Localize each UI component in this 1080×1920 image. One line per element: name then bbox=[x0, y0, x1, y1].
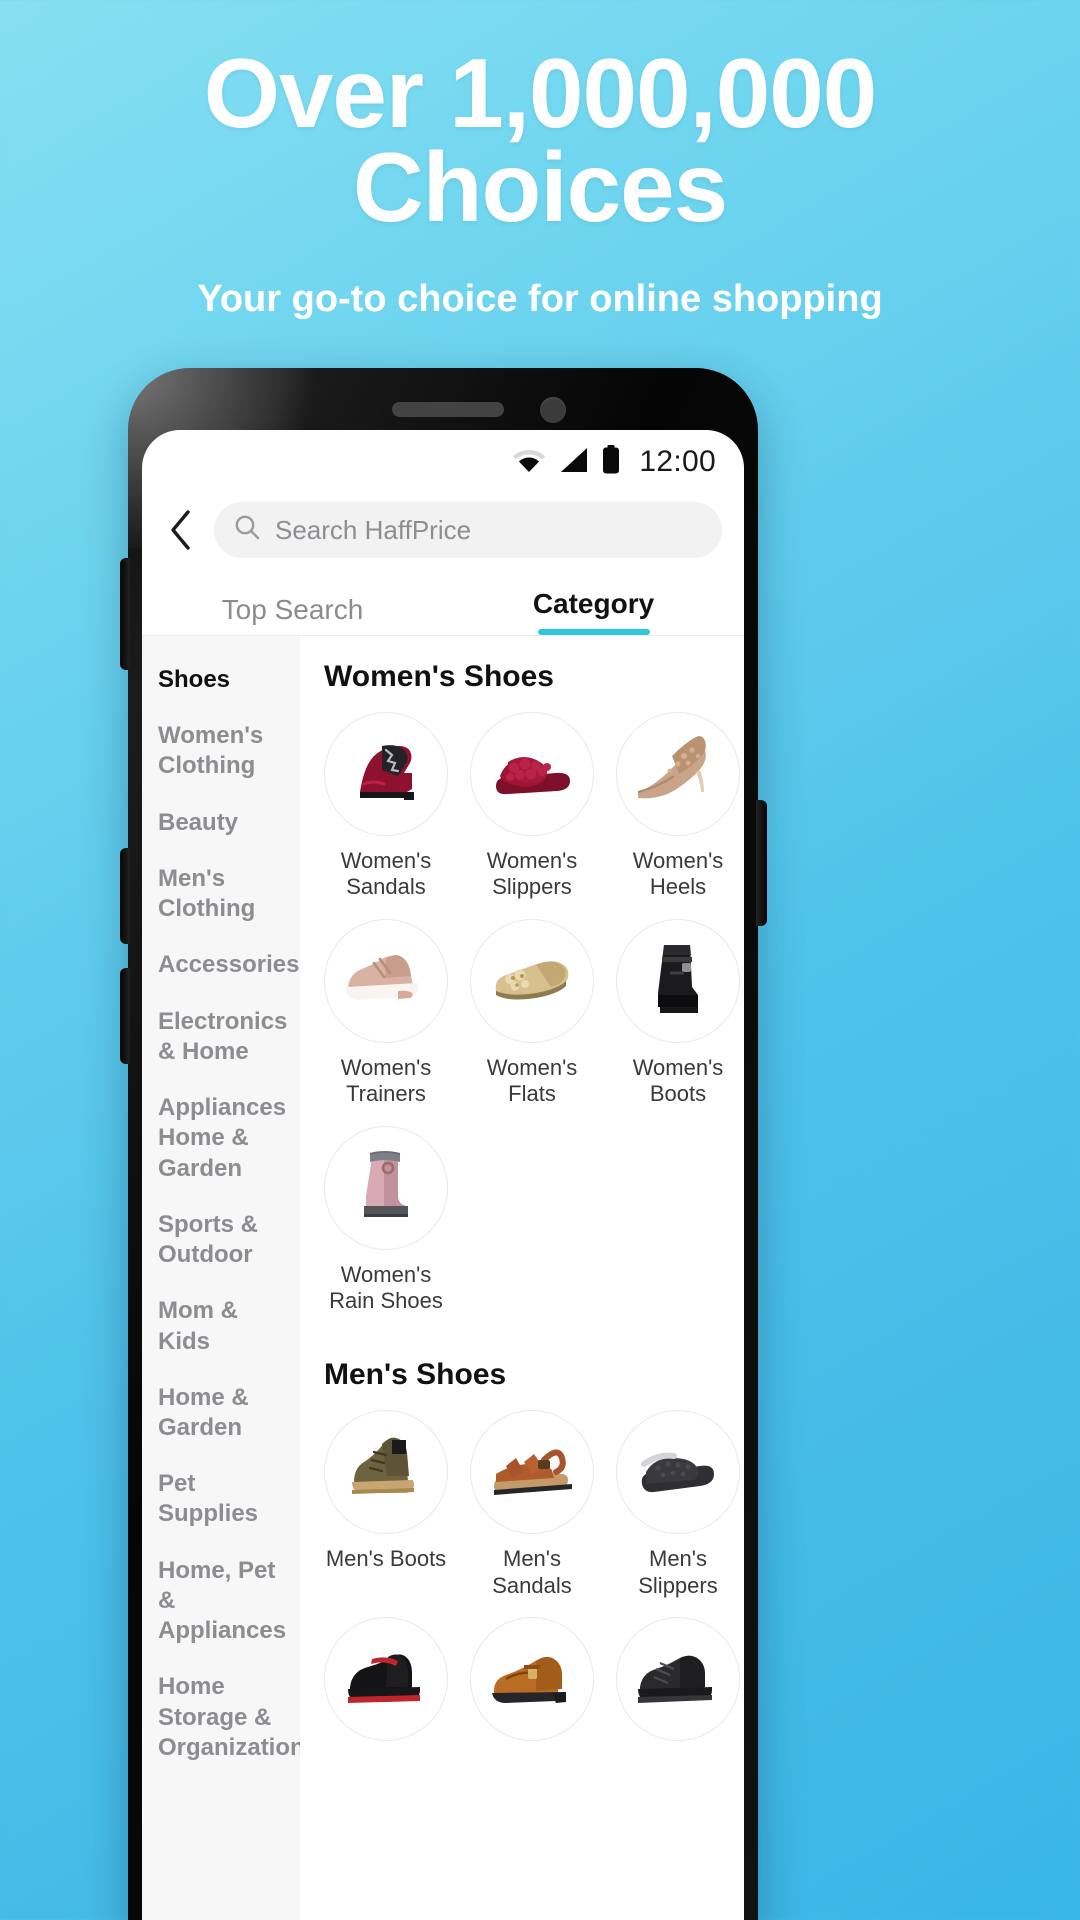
status-clock: 12:00 bbox=[639, 445, 716, 478]
category-tile-label: Men's Slippers bbox=[638, 1546, 718, 1598]
product-grid-mens: Men's Boots Men's Sandals Men's Slippers bbox=[322, 1410, 744, 1771]
womens-fuzzy-slipper-icon bbox=[470, 712, 594, 836]
sidebar-item-label: Men's Clothing bbox=[158, 864, 256, 923]
sidebar-item-home-storage-organization[interactable]: Home Storage & Organization bbox=[142, 1659, 300, 1776]
search-placeholder: Search HaffPrice bbox=[275, 514, 472, 545]
category-tile-label: Women's Boots bbox=[632, 1054, 724, 1107]
category-browser: Shoes Women's Clothing Beauty Men's Clot… bbox=[142, 636, 744, 1920]
hero-subtitle: Your go-to choice for online shopping bbox=[197, 278, 883, 321]
earpiece-speaker-icon bbox=[392, 402, 504, 417]
category-tile-label: Women's Sandals bbox=[340, 848, 432, 900]
category-tile-womens-trainers[interactable]: Women's Trainers bbox=[322, 918, 450, 1108]
sidebar-item-mom-kids[interactable]: Mom & Kids bbox=[142, 1283, 300, 1369]
category-tile-label: Men's Sandals bbox=[492, 1546, 572, 1598]
womens-sandal-heel-icon bbox=[324, 712, 448, 836]
mens-dress-shoe-icon bbox=[470, 1617, 594, 1742]
sidebar-item-mens-clothing[interactable]: Men's Clothing bbox=[142, 851, 300, 937]
tab-category[interactable]: Category bbox=[443, 572, 744, 635]
mens-slipper-icon bbox=[616, 1410, 740, 1535]
category-tile-label: Women's Heels bbox=[632, 848, 724, 900]
hero-banner: Over 1,000,000 Choices Your go-to choice… bbox=[0, 0, 1080, 324]
category-tile-mens-dress-shoes[interactable] bbox=[468, 1617, 596, 1753]
sidebar-item-accessories[interactable]: Accessories bbox=[142, 937, 300, 993]
hero-headline: Over 1,000,000 Choices bbox=[203, 38, 878, 243]
womens-stiletto-heel-icon bbox=[616, 712, 740, 836]
tab-top-search[interactable]: Top Search bbox=[142, 572, 443, 635]
search-input[interactable]: Search HaffPrice bbox=[214, 502, 722, 558]
tab-active-underline bbox=[537, 629, 650, 635]
section-title-mens-shoes: Men's Shoes bbox=[324, 1358, 507, 1392]
sidebar-item-label: Home & Garden bbox=[158, 1383, 249, 1441]
section-title-womens-shoes: Women's Shoes bbox=[324, 660, 554, 693]
category-tile-label: Women's Rain Shoes bbox=[329, 1261, 443, 1313]
sidebar-item-beauty[interactable]: Beauty bbox=[142, 795, 300, 851]
category-tile-mens-sneakers[interactable] bbox=[614, 1617, 742, 1753]
category-tile-label: Women's Trainers bbox=[340, 1054, 432, 1107]
search-header: Search HaffPrice bbox=[142, 494, 744, 572]
sidebar-item-label: Shoes bbox=[158, 666, 231, 693]
sidebar-item-label: Home, Pet & Appliances bbox=[158, 1556, 287, 1645]
battery-icon bbox=[602, 444, 620, 480]
front-camera-icon bbox=[540, 397, 566, 423]
category-tile-label: Women's Flats bbox=[486, 1054, 578, 1107]
category-tile-womens-rain-shoes[interactable]: Women's Rain Shoes bbox=[322, 1125, 450, 1315]
sidebar-item-pet-supplies[interactable]: Pet Supplies bbox=[142, 1456, 300, 1542]
sidebar-item-electronics-home[interactable]: Electronics & Home bbox=[142, 994, 300, 1080]
category-tile-womens-flats[interactable]: Women's Flats bbox=[468, 918, 596, 1108]
category-tile-mens-sandals[interactable]: Men's Sandals bbox=[468, 1410, 596, 1599]
sidebar-item-label: Sports & Outdoor bbox=[158, 1210, 259, 1269]
category-tile-mens-slippers[interactable]: Men's Slippers bbox=[614, 1410, 742, 1599]
mens-sandal-icon bbox=[470, 1410, 594, 1535]
sidebar-item-womens-clothing[interactable]: Women's Clothing bbox=[142, 708, 300, 794]
assistant-button[interactable] bbox=[120, 968, 130, 1064]
womens-rain-boot-icon bbox=[324, 1125, 448, 1250]
sidebar-item-label: Home Storage & Organization bbox=[158, 1673, 300, 1761]
wifi-icon bbox=[512, 447, 546, 478]
sidebar-item-appliances-home-garden[interactable]: Appliances Home & Garden bbox=[142, 1080, 300, 1197]
mens-boot-icon bbox=[324, 1410, 448, 1535]
sidebar-item-label: Mom & Kids bbox=[158, 1297, 238, 1355]
phone-mockup: 12:00 Search HaffPrice Top Search Catego… bbox=[120, 368, 767, 1920]
sidebar-item-sports-outdoor[interactable]: Sports & Outdoor bbox=[142, 1197, 300, 1283]
sidebar-item-label: Electronics & Home bbox=[158, 1007, 288, 1065]
volume-up-button[interactable] bbox=[120, 558, 130, 670]
category-tile-label: Women's Slippers bbox=[486, 848, 578, 900]
search-icon bbox=[234, 514, 261, 546]
category-tile-mens-boots[interactable]: Men's Boots bbox=[322, 1410, 450, 1599]
tab-top-search-label: Top Search bbox=[221, 594, 364, 625]
back-chevron-icon[interactable] bbox=[160, 505, 202, 555]
category-catalog: Women's Shoes Women's Sandals Women's Sl… bbox=[300, 636, 744, 1920]
power-button[interactable] bbox=[756, 800, 767, 926]
sidebar-item-label: Appliances Home & Garden bbox=[158, 1094, 287, 1182]
category-tile-womens-sandals[interactable]: Women's Sandals bbox=[322, 712, 450, 901]
sidebar-item-shoes[interactable]: Shoes bbox=[142, 652, 300, 708]
volume-down-button[interactable] bbox=[120, 848, 130, 944]
category-sidebar[interactable]: Shoes Women's Clothing Beauty Men's Clot… bbox=[142, 636, 300, 1920]
womens-boot-icon bbox=[616, 918, 740, 1043]
category-tile-label: Men's Boots bbox=[325, 1546, 447, 1572]
tab-category-label: Category bbox=[532, 588, 655, 619]
category-tile-womens-boots[interactable]: Women's Boots bbox=[614, 918, 742, 1108]
product-grid-womens: Women's Sandals Women's Slippers Women's… bbox=[322, 712, 744, 1332]
tab-bar: Top Search Category bbox=[142, 572, 744, 636]
sidebar-item-label: Pet Supplies bbox=[158, 1470, 259, 1528]
womens-flat-icon bbox=[470, 918, 594, 1043]
signal-icon bbox=[559, 447, 589, 478]
sidebar-item-home-garden[interactable]: Home & Garden bbox=[142, 1370, 300, 1456]
womens-trainer-icon bbox=[324, 918, 448, 1043]
category-tile-womens-heels[interactable]: Women's Heels bbox=[614, 712, 742, 901]
status-bar: 12:00 bbox=[142, 430, 744, 494]
category-tile-mens-rain-shoes[interactable] bbox=[322, 1617, 450, 1753]
category-tile-womens-slippers[interactable]: Women's Slippers bbox=[468, 712, 596, 901]
mens-rain-shoe-icon bbox=[324, 1617, 448, 1742]
sidebar-item-label: Beauty bbox=[158, 808, 239, 836]
mens-sneaker-icon bbox=[616, 1617, 740, 1742]
sidebar-item-label: Women's Clothing bbox=[158, 722, 264, 780]
phone-screen: 12:00 Search HaffPrice Top Search Catego… bbox=[142, 430, 744, 1920]
sidebar-item-label: Accessories bbox=[158, 951, 300, 979]
sidebar-item-home-pet-appliances[interactable]: Home, Pet & Appliances bbox=[142, 1543, 300, 1660]
